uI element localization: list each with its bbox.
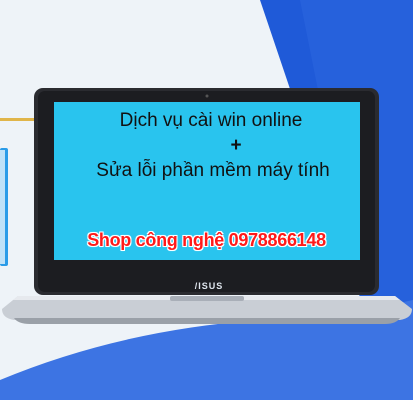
shop-phone-text: Shop công nghệ 0978866148 [87,230,326,250]
background-graphic [0,0,413,400]
service-line: Dịch vụ cài win online [119,110,303,131]
laptop-brand-logo: /ISUS [194,281,224,291]
yellow-accent-line [0,118,38,121]
webcam [205,94,209,98]
screen-message: Dịch vụ cài win online + Sửa lỗi phần mề… [60,108,358,184]
plus-sign: + [230,135,242,156]
repair-line: Sửa lỗi phần mềm máy tính [96,160,330,181]
